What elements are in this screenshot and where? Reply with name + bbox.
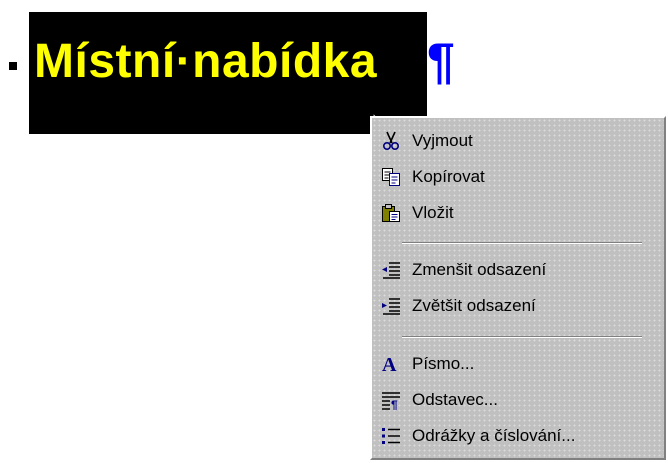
menu-item-label: Vyjmout bbox=[412, 131, 473, 150]
copy-icon bbox=[380, 166, 402, 188]
scissors-icon bbox=[380, 130, 402, 152]
paragraph-icon: ¶ bbox=[380, 389, 402, 411]
svg-text:A: A bbox=[382, 354, 397, 375]
menu-item-label: Odstavec... bbox=[412, 390, 498, 409]
menu-item-label: Zmenšit odsazení bbox=[412, 260, 547, 279]
menu-item-copy[interactable]: Kopírovat bbox=[380, 162, 658, 192]
heading-bullet bbox=[9, 62, 17, 70]
menu-item-decrease-indent[interactable]: Zmenšit odsazení bbox=[380, 255, 658, 285]
context-menu: Vyjmout Kopírovat Vložit Zmenšit odsazen… bbox=[370, 116, 666, 460]
menu-item-increase-indent[interactable]: Zvětšit odsazení bbox=[380, 291, 658, 321]
menu-item-bullets-numbering[interactable]: Odrážky a číslování... bbox=[380, 421, 658, 451]
menu-item-paste[interactable]: Vložit bbox=[380, 198, 658, 228]
paste-icon bbox=[380, 202, 402, 224]
heading-text[interactable]: Místní·nabídka bbox=[34, 34, 377, 90]
menu-separator bbox=[402, 336, 642, 338]
menu-item-label: Odrážky a číslování... bbox=[412, 426, 576, 445]
svg-text:¶: ¶ bbox=[391, 398, 398, 410]
menu-item-cut[interactable]: Vyjmout bbox=[380, 126, 658, 156]
paragraph-mark: ¶ bbox=[427, 33, 455, 89]
menu-item-label: Písmo... bbox=[412, 354, 475, 373]
bullets-numbering-icon bbox=[380, 425, 402, 447]
font-icon: A bbox=[380, 353, 402, 375]
menu-item-label: Vložit bbox=[412, 203, 454, 222]
menu-separator bbox=[402, 242, 642, 244]
menu-item-font[interactable]: A Písmo... bbox=[380, 349, 658, 379]
menu-item-label: Zvětšit odsazení bbox=[412, 296, 536, 315]
menu-item-paragraph[interactable]: ¶ Odstavec... bbox=[380, 385, 658, 415]
menu-item-label: Kopírovat bbox=[412, 167, 485, 186]
increase-indent-icon bbox=[380, 295, 402, 317]
decrease-indent-icon bbox=[380, 259, 402, 281]
